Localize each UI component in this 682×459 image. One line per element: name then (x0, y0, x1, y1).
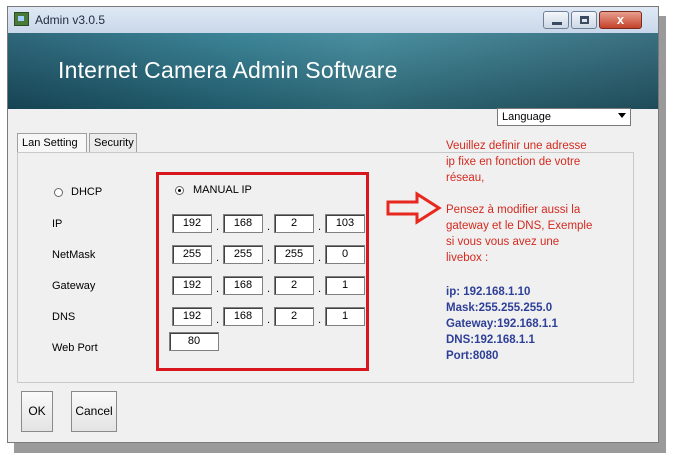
banner-title: Internet Camera Admin Software (58, 57, 398, 83)
ip-label: IP (52, 218, 63, 230)
chevron-down-icon[interactable] (618, 113, 626, 118)
maximize-button[interactable] (571, 11, 597, 29)
cancel-button[interactable]: Cancel (71, 391, 117, 432)
header-banner: Internet Camera Admin Software (8, 33, 658, 109)
annotation-example-line: Mask:255.255.255.0 (446, 302, 553, 314)
annotation-line: Pensez à modifier aussi la (446, 204, 581, 216)
tab-lan-setting[interactable]: Lan Setting (17, 133, 87, 153)
annotation-line: livebox : (446, 252, 489, 264)
gateway-label: Gateway (52, 280, 96, 292)
close-icon: x (616, 12, 625, 27)
annotation-line: réseau, (446, 172, 485, 184)
web-port-label: Web Port (52, 342, 98, 354)
netmask-label: NetMask (52, 249, 96, 261)
app-icon (14, 12, 29, 26)
language-select[interactable]: Language (497, 108, 631, 126)
title-bar[interactable]: Admin v3.0.5 x (8, 7, 658, 34)
arrow-right-icon (386, 191, 442, 225)
language-select-value: Language (502, 111, 551, 123)
dhcp-label: DHCP (71, 186, 103, 198)
annotation-line: gateway et le DNS, Exemple (446, 220, 593, 232)
annotation-line: ip fixe en fonction de votre (446, 156, 581, 168)
tab-security[interactable]: Security (89, 133, 137, 153)
maximize-icon (580, 16, 589, 24)
ok-button[interactable]: OK (21, 391, 53, 432)
annotation-line: Veuillez definir une adresse (446, 140, 587, 152)
highlight-box (156, 172, 369, 371)
window-title: Admin v3.0.5 (35, 13, 106, 27)
minimize-button[interactable] (543, 11, 569, 29)
annotation-red-text: Veuillez definir une adresse ip fixe en … (446, 138, 646, 266)
annotation-line (446, 186, 646, 202)
close-button[interactable]: x (599, 11, 642, 29)
annotation-blue-text: ip: 192.168.1.10 Mask:255.255.255.0 Gate… (446, 284, 646, 364)
dns-label: DNS (52, 311, 76, 323)
annotation-example-line: Port:8080 (446, 350, 499, 362)
dhcp-radio[interactable] (54, 188, 63, 197)
annotation-line: si vous vous avez une (446, 236, 560, 248)
annotation-example-line: ip: 192.168.1.10 (446, 286, 531, 298)
minimize-icon (552, 22, 562, 25)
annotation-example-line: Gateway:192.168.1.1 (446, 318, 558, 330)
annotation-example-line: DNS:192.168.1.1 (446, 334, 535, 346)
